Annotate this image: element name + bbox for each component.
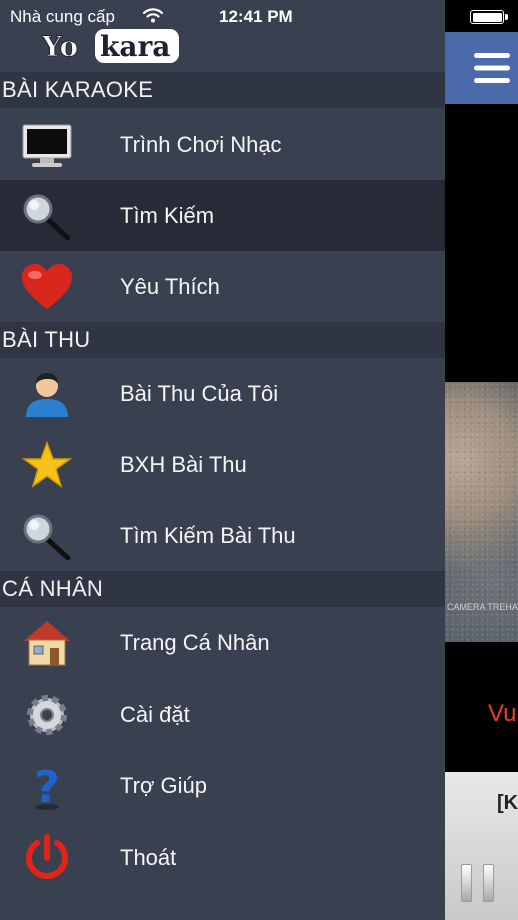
svg-text:kara: kara (100, 30, 170, 63)
menu-item-recording-chart[interactable]: BXH Bài Thu (0, 429, 445, 500)
hamburger-menu-icon[interactable] (474, 50, 510, 86)
menu-item-label: Cài đặt (120, 702, 190, 727)
menu-item-profile[interactable]: Trang Cá Nhân (0, 607, 445, 678)
clock: 12:41 PM (219, 7, 293, 26)
menu-item-label: Trình Chơi Nhạc (120, 132, 282, 157)
pause-bar-left (461, 864, 472, 902)
menu-item-help[interactable]: ? Trợ Giúp (0, 750, 445, 821)
menu-item-label: Tìm Kiếm (120, 203, 215, 228)
menu-item-search[interactable]: Tìm Kiếm (0, 180, 445, 251)
pause-button[interactable] (461, 864, 495, 902)
star-icon (21, 441, 73, 488)
player-song-title: [K (497, 792, 518, 814)
menu-item-label: Thoát (120, 845, 177, 870)
menu-item-my-recordings[interactable]: Bài Thu Của Tôi (0, 358, 445, 429)
status-bar: Nhà cung cấp 12:41 PM (0, 0, 518, 34)
menu-item-label: Tìm Kiếm Bài Thu (120, 523, 296, 548)
power-icon (26, 834, 68, 879)
house-icon (24, 621, 70, 666)
search-icon (23, 514, 71, 560)
lyric-text: Vu (488, 700, 517, 727)
menu-item-settings[interactable]: Cài đặt (0, 679, 445, 750)
gear-icon (27, 695, 67, 735)
menu-item-favorites[interactable]: Yêu Thích (0, 251, 445, 322)
menu-item-label: Yêu Thích (120, 274, 220, 299)
battery-icon (470, 10, 508, 24)
search-icon (23, 194, 71, 240)
user-icon (26, 373, 68, 417)
svg-text:Yo: Yo (41, 30, 78, 63)
section-header-recordings: BÀI THU (0, 322, 445, 358)
pause-bar-right (483, 864, 494, 902)
section-header-karaoke: BÀI KARAOKE (0, 72, 445, 108)
monitor-icon (22, 124, 72, 167)
menu-item-label: Bài Thu Của Tôi (120, 381, 279, 406)
help-icon: ? (34, 762, 60, 810)
battery-level (472, 12, 502, 22)
menu-item-search-recordings[interactable]: Tìm Kiếm Bài Thu (0, 500, 445, 571)
heart-icon (22, 264, 72, 309)
menu-item-label: Trang Cá Nhân (120, 630, 270, 655)
menu-item-music-player[interactable]: Trình Chơi Nhạc (0, 109, 445, 180)
wifi-icon (143, 8, 163, 23)
section-header-personal: CÁ NHÂN (0, 571, 445, 607)
carrier-label: Nhà cung cấp (10, 7, 115, 26)
svg-text:?: ? (34, 762, 60, 810)
menu-item-logout[interactable]: Thoát (0, 822, 445, 893)
menu-item-label: Trợ Giúp (120, 773, 207, 798)
video-watermark: CAMERA TREHAT (447, 602, 518, 612)
menu-item-label: BXH Bài Thu (120, 452, 247, 477)
